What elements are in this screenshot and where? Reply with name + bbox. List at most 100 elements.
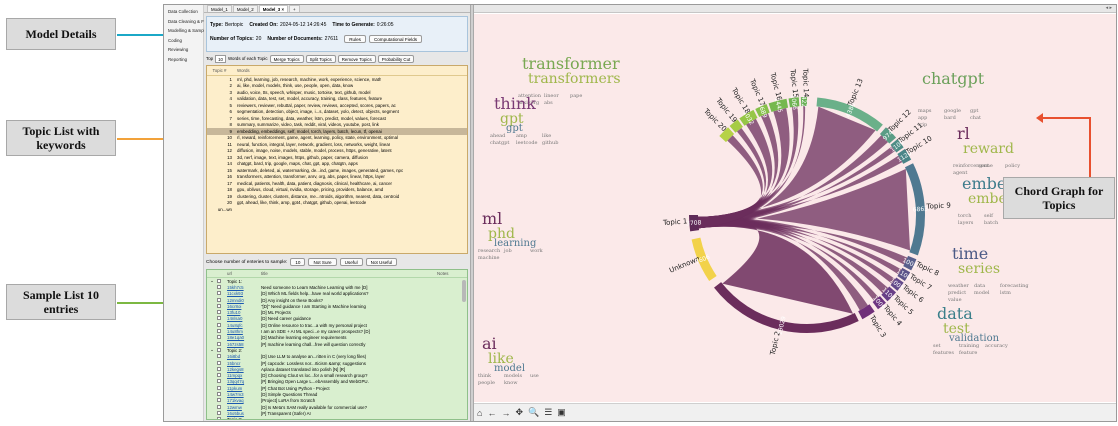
sample-row[interactable]: 171kvaq [Project] LoRA from Scratch — [207, 398, 467, 404]
row-checkbox[interactable] — [217, 341, 227, 347]
not-useful-button[interactable]: Not Useful — [365, 258, 398, 266]
topic-row[interactable]: un...wn — [207, 206, 467, 213]
top-n-spinner[interactable]: 10 — [215, 54, 226, 63]
sample-row[interactable]: 11mpqx [D] Choosing Clout vs loc...for a … — [207, 372, 467, 378]
sample-row[interactable]: 15bncr [P] capcode: Lossless nor...rticis… — [207, 360, 467, 366]
row-checkbox[interactable] — [217, 291, 227, 296]
pan-icon[interactable]: ✥ — [515, 407, 523, 418]
sample-row[interactable]: 13qq47q [P] Bringing Open Large L...ebAss… — [207, 379, 467, 385]
row-checkbox[interactable] — [217, 404, 227, 410]
sample-url-link[interactable]: 14w7m3 — [227, 392, 261, 397]
sample-url-link[interactable]: 171kvaq — [227, 398, 261, 403]
sample-row[interactable]: 12mndi0 [D] Any insight on these Books? — [207, 297, 467, 303]
expand-chevron-icon[interactable]: ⌄ — [207, 278, 217, 284]
sample-group-row[interactable]: ⌄ Topic 1: — [207, 278, 467, 284]
row-checkbox[interactable] — [217, 360, 227, 366]
back-icon[interactable]: ← — [487, 408, 496, 418]
sample-url-link[interactable]: 167zs58 — [227, 342, 261, 347]
sample-url-link[interactable]: 11cxk93 — [227, 291, 261, 296]
sample-row[interactable]: 11pkum [P] Chat Bot Using Python - Projec… — [207, 385, 467, 391]
zoom-icon[interactable]: 🔍 — [528, 407, 539, 418]
computational-fields-button[interactable]: Computational Fields — [368, 34, 423, 43]
sample-url-link[interactable]: 12mndi0 — [227, 298, 261, 303]
tab-model-1[interactable]: Model_1 — [207, 5, 232, 12]
sample-url-link[interactable]: 14nlsa0 — [227, 316, 261, 321]
sample-url-link[interactable]: 11pkum — [227, 386, 261, 391]
row-checkbox[interactable] — [217, 284, 227, 290]
tab-model-2[interactable]: Model_2 — [232, 5, 258, 12]
group-checkbox[interactable] — [217, 347, 227, 353]
sample-url-link[interactable]: 16i8bd — [227, 354, 261, 359]
expand-chevron-icon[interactable]: ⌄ — [207, 347, 217, 353]
sidebar-item-coding[interactable]: Coding — [168, 36, 203, 46]
sample-row[interactable]: 16cr8oi "[D]" Need guidance I am Starting… — [207, 303, 467, 309]
sample-url-link[interactable]: 15kh7c5 — [227, 285, 261, 290]
sample-row[interactable]: 12wmw [D] Is Meta's SAM really available … — [207, 404, 467, 410]
row-checkbox[interactable] — [217, 322, 227, 328]
sample-row[interactable]: 14w7m3 [D] Simple Questions Thread — [207, 391, 467, 397]
sample-url-link[interactable]: 16o5bus — [227, 411, 261, 416]
group-checkbox[interactable] — [217, 278, 227, 284]
sidebar-item-reviewing[interactable]: Reviewing — [168, 45, 203, 55]
sample-row[interactable]: 14u8hm I am an SDE + AI ML speci...e my c… — [207, 328, 467, 334]
sample-url-link[interactable]: 11mpqx — [227, 373, 261, 378]
probability-cut-button[interactable]: Probability Cut — [377, 54, 415, 63]
save-icon[interactable]: ▣ — [557, 407, 566, 418]
sample-scrollbar[interactable] — [462, 280, 466, 302]
remove-topics-button[interactable]: Remove Topics — [337, 54, 376, 63]
row-checkbox[interactable] — [217, 366, 227, 372]
sample-url-link[interactable]: 14u8hm — [227, 329, 261, 334]
merge-topics-button[interactable]: Merge Topics — [269, 54, 304, 63]
sample-row[interactable]: 12kegs8 Aplaca dataset translated into po… — [207, 366, 467, 372]
sample-row[interactable]: 14nlsa0 [D] Need career guidance — [207, 316, 467, 322]
sidebar-item-data-cleaning[interactable]: Data Cleaning & Filte... — [168, 17, 213, 27]
sidebar-item-reporting[interactable]: Reporting — [168, 55, 203, 65]
sample-url-link[interactable]: 12kegs8 — [227, 367, 261, 372]
row-checkbox[interactable] — [217, 310, 227, 315]
group-checkbox[interactable] — [217, 417, 227, 419]
forward-icon[interactable]: → — [501, 408, 510, 418]
sample-url-link[interactable]: 14u8qfc — [227, 323, 261, 328]
sample-url-link[interactable]: 13qq47q — [227, 379, 261, 384]
sidebar-item-modelling[interactable]: Modelling & Sampling — [168, 26, 210, 36]
row-checkbox[interactable] — [217, 316, 227, 321]
configure-icon[interactable]: ☰ — [544, 407, 552, 418]
row-checkbox[interactable] — [217, 297, 227, 303]
home-icon[interactable]: ⌂ — [477, 408, 482, 418]
row-checkbox[interactable] — [217, 354, 227, 359]
sample-count-spinner[interactable]: 10 — [290, 258, 306, 266]
row-checkbox[interactable] — [217, 379, 227, 384]
window-controls[interactable]: ◂ ▸ — [1106, 5, 1112, 11]
sample-group-row[interactable]: ⌄ Topic 2: — [207, 347, 467, 353]
row-checkbox[interactable] — [217, 335, 227, 340]
tab-model-3[interactable]: Model_3 × — [258, 5, 289, 12]
expand-chevron-icon[interactable]: ⌄ — [207, 417, 217, 419]
row-checkbox[interactable] — [217, 398, 227, 403]
row-checkbox[interactable] — [217, 385, 227, 391]
tab-add[interactable]: + — [289, 5, 300, 12]
sample-url-link[interactable]: 16cr8oi — [227, 304, 261, 309]
sample-row[interactable]: 167zs58 [P] machine learning chall...free… — [207, 341, 467, 347]
sample-row[interactable]: 16i8bd [D] Use LLM to analyse an...ritten… — [207, 354, 467, 360]
not-sure-button[interactable]: Not Sure — [308, 258, 337, 266]
sample-row[interactable]: 14u8qfc [D] Online resource to trac...a w… — [207, 322, 467, 328]
sample-row[interactable]: 11cxk93 [D] Which ML fields help...have r… — [207, 291, 467, 297]
sample-url-link[interactable]: 13fu10 — [227, 310, 261, 315]
row-checkbox[interactable] — [217, 391, 227, 397]
sidebar-item-data-collection[interactable]: Data Collection — [168, 7, 203, 17]
row-checkbox[interactable] — [217, 329, 227, 334]
sample-row[interactable]: 18e1qa0 [D] Machine learning engineer req… — [207, 335, 467, 341]
sample-row[interactable]: 15kh7c5 Need someone to Learn Machine Lea… — [207, 284, 467, 290]
sample-row[interactable]: 13fu10 [D] ML Projects — [207, 309, 467, 315]
sample-url-link[interactable]: 18e1qa0 — [227, 335, 261, 340]
sample-url-link[interactable]: 15bncr — [227, 361, 261, 366]
split-topics-button[interactable]: Split Topics — [305, 54, 336, 63]
rules-button[interactable]: Rules — [344, 34, 366, 43]
useful-button[interactable]: Useful — [339, 258, 363, 266]
row-checkbox[interactable] — [217, 373, 227, 378]
sample-url-link[interactable]: 12wmw — [227, 405, 261, 410]
row-checkbox[interactable] — [217, 410, 227, 416]
sample-group-row[interactable]: ⌄ Topic 3: — [207, 417, 467, 419]
sample-row[interactable]: 16o5bus [P] Transparent (Safer) AI — [207, 410, 467, 416]
row-checkbox[interactable] — [217, 303, 227, 309]
